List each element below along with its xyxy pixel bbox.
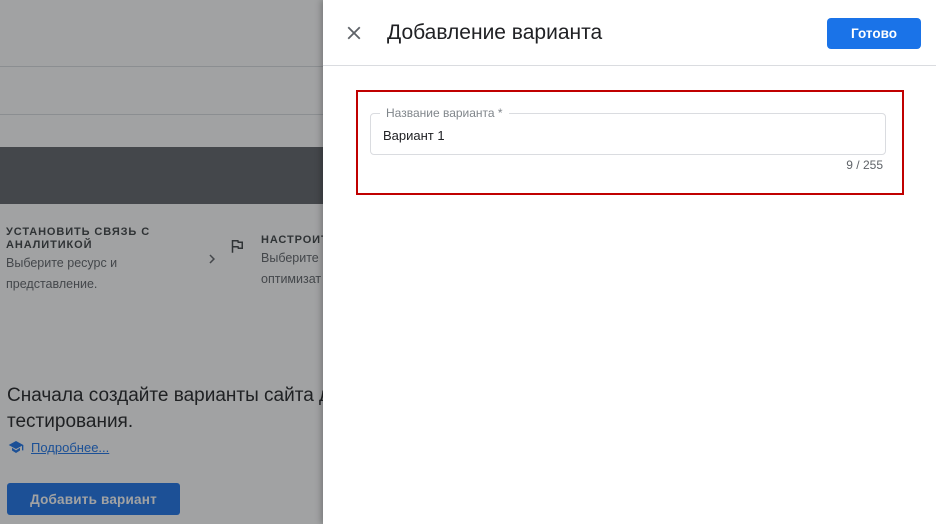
close-icon[interactable] <box>343 22 365 44</box>
variant-name-input[interactable] <box>383 126 863 144</box>
variant-name-label: Название варианта * <box>380 106 509 120</box>
panel-header: Добавление варианта Готово <box>323 0 936 66</box>
done-button[interactable]: Готово <box>827 18 921 49</box>
variant-name-field[interactable]: Название варианта * <box>370 106 886 155</box>
panel-title: Добавление варианта <box>387 21 603 44</box>
character-counter: 9 / 255 <box>846 158 883 172</box>
add-variant-panel: Добавление варианта Готово Название вари… <box>323 0 936 524</box>
